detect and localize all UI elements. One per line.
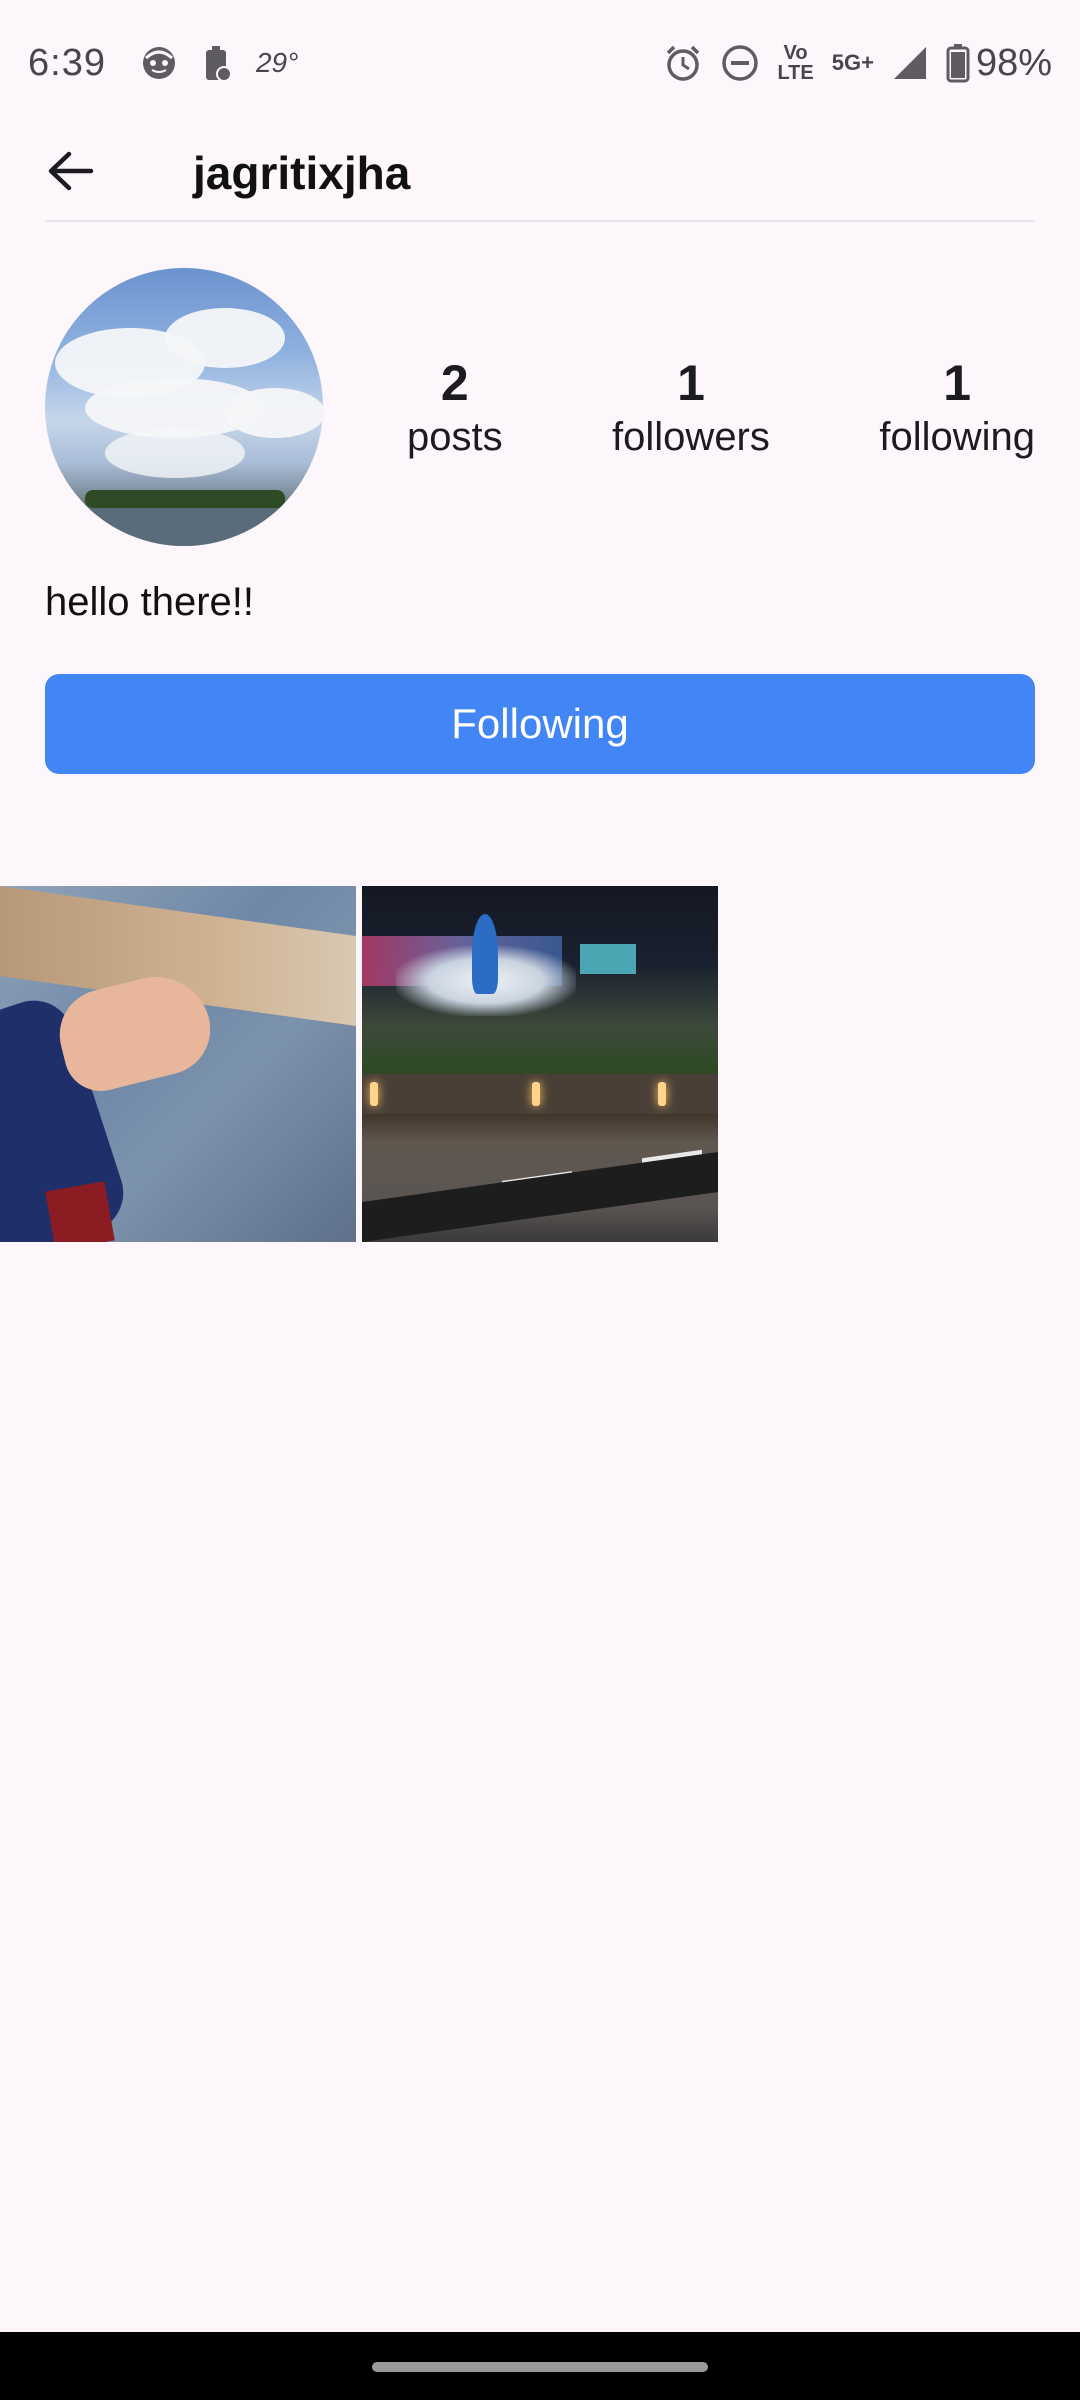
do-not-disturb-icon	[721, 44, 759, 82]
battery-percent: 98%	[975, 41, 1052, 84]
status-left: 6:39 29°	[28, 42, 298, 85]
profile-stats: 2 posts 1 followers 1 following	[323, 353, 1035, 461]
arrow-left-icon	[45, 149, 95, 198]
system-nav-bar	[0, 2332, 1080, 2400]
status-time: 6:39	[28, 41, 106, 84]
battery-saver-notification-icon	[202, 44, 232, 82]
volte-top-text: Vo	[783, 42, 808, 64]
network-type-text: 5G+	[831, 50, 874, 75]
stat-posts-count: 2	[440, 355, 469, 411]
page-title: jagritixjha	[193, 147, 411, 199]
app-bar: jagritixjha	[45, 126, 1035, 222]
following-button[interactable]: Following	[45, 674, 1035, 774]
stat-followers-label: followers	[612, 415, 770, 459]
alarm-icon	[663, 43, 703, 83]
posts-grid	[0, 886, 724, 1242]
battery-icon	[946, 43, 970, 83]
back-button[interactable]	[45, 141, 109, 205]
post-thumbnail[interactable]	[0, 886, 356, 1242]
stat-posts[interactable]: 2 posts	[407, 353, 503, 461]
status-bar: 6:39 29° Vo LTE 5G+ 98%	[0, 0, 1080, 126]
stat-followers-count: 1	[677, 355, 705, 411]
stat-followers[interactable]: 1 followers	[612, 353, 770, 461]
stat-following[interactable]: 1 following	[879, 353, 1035, 461]
home-gesture-handle[interactable]	[372, 2362, 708, 2372]
stat-following-label: following	[879, 415, 1035, 459]
post-thumbnail[interactable]	[362, 886, 718, 1242]
stat-following-count: 1	[943, 355, 972, 411]
stat-posts-label: posts	[407, 415, 503, 459]
profile-header: 2 posts 1 followers 1 following	[45, 268, 1035, 546]
avatar[interactable]	[45, 268, 323, 546]
status-right: Vo LTE 5G+ 98%	[663, 42, 1052, 85]
status-temperature: 29°	[255, 47, 299, 78]
profile-bio: hello there!!	[45, 580, 255, 624]
volte-icon: Vo LTE	[777, 43, 813, 83]
signal-strength-icon	[892, 45, 928, 81]
face-notification-icon	[140, 44, 178, 82]
volte-bottom-text: LTE	[777, 62, 814, 84]
network-type-icon: 5G+	[831, 50, 874, 75]
